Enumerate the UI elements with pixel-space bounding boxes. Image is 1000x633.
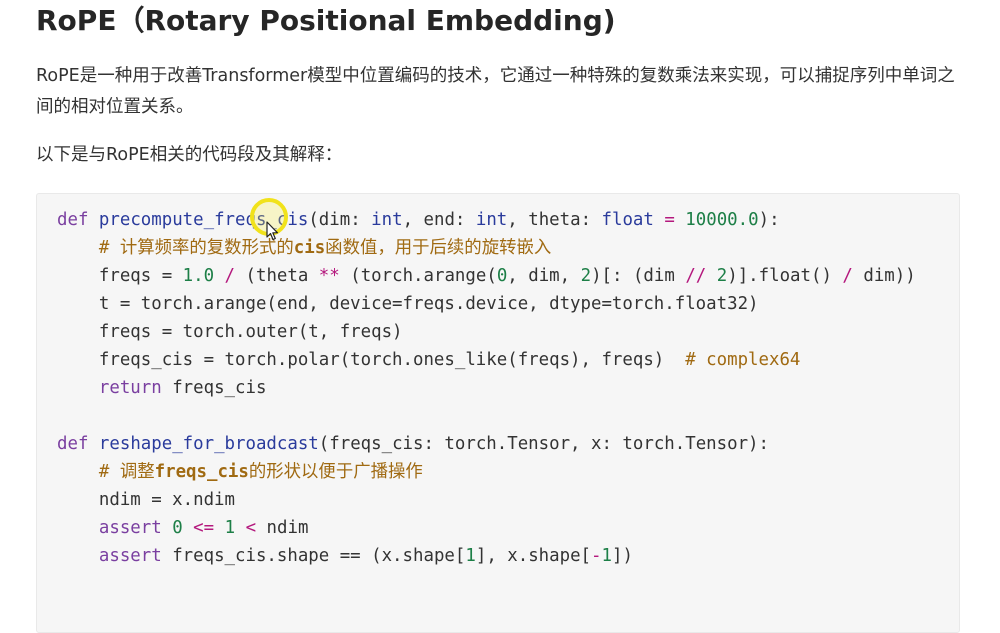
code-token: freqs = <box>98 266 183 286</box>
code-token: (theta <box>245 266 319 286</box>
comment-bold: freqs_cis <box>154 462 249 482</box>
code-line-6: freqs_cis = torch.polar(torch.ones_like(… <box>57 346 937 374</box>
operator-token: / <box>214 266 246 286</box>
number-token: 0 <box>496 266 508 286</box>
code-token: , end: <box>402 210 476 230</box>
code-line-11: assert 0 <= 1 < ndim <box>57 514 937 542</box>
code-line-12: assert freqs_cis.shape == (x.shape[1], x… <box>57 542 937 570</box>
code-token: , theta: <box>507 210 602 230</box>
code-token: ): <box>758 210 780 230</box>
keyword: return <box>98 378 162 398</box>
code-token: ], x.shape[ <box>475 546 592 566</box>
code-token: ndim <box>266 518 309 538</box>
code-line-3: freqs = 1.0 / (theta ** (torch.arange(0,… <box>57 262 937 290</box>
number-token: 2 <box>716 266 728 286</box>
keyword: def <box>57 434 89 454</box>
code-token: t = torch.arange(end, device=freqs.devic… <box>98 294 759 314</box>
comment-text: # 计算频率的复数形式的 <box>98 238 294 258</box>
number-token: 1 <box>465 546 476 566</box>
code-intro-paragraph: 以下是与RoPE相关的代码段及其解释： <box>36 145 343 165</box>
operator-token: // <box>685 266 707 286</box>
operator-token: = <box>653 210 686 230</box>
code-line-9: # 调整freqs_cis的形状以便于广播操作 <box>57 458 937 486</box>
code-text[interactable]: def precompute_freqs_cis(dim: int, end: … <box>57 206 937 570</box>
code-line-7: return freqs_cis <box>57 374 937 402</box>
operator-token: / <box>842 266 853 286</box>
keyword: def <box>57 210 89 230</box>
number-token: 1.0 <box>182 266 215 286</box>
number-token: 1 <box>601 546 612 566</box>
code-line-5: freqs = torch.outer(t, freqs) <box>57 318 937 346</box>
code-token: ndim = x.ndim <box>98 490 236 510</box>
comment-text: # 调整 <box>98 462 155 482</box>
code-token: freqs_cis = torch.polar(torch.ones_like(… <box>98 350 686 370</box>
number-token: 0 <box>172 518 183 538</box>
operator-token: <= <box>193 518 215 538</box>
operator-token: - <box>591 546 602 566</box>
comment-text: 函数值，用于后续的旋转嵌入 <box>325 238 552 258</box>
comment-text: 的形状以便于广播操作 <box>248 462 423 482</box>
code-token: )].float() <box>727 266 843 286</box>
page-title: RoPE（Rotary Positional Embedding) <box>36 4 616 37</box>
comment: # complex64 <box>685 350 801 370</box>
code-token: ]) <box>611 546 633 566</box>
type-token: int <box>475 210 508 230</box>
comment-bold: cis <box>293 238 326 258</box>
mouse-pointer-icon <box>266 221 279 241</box>
keyword: assert <box>98 518 162 538</box>
code-token: )[: (dim <box>591 266 686 286</box>
code-token: (freqs_cis: torch.Tensor, x: torch.Tenso… <box>318 434 769 454</box>
code-token: (torch.arange( <box>339 266 497 286</box>
operator-token: ** <box>318 266 340 286</box>
type-token: float <box>601 210 654 230</box>
code-line-4: t = torch.arange(end, device=freqs.devic… <box>57 290 937 318</box>
code-token: freqs_cis <box>161 378 267 398</box>
comment: # 计算频率的复数形式的cis函数值，用于后续的旋转嵌入 <box>99 238 551 258</box>
type-token: int <box>371 210 403 230</box>
operator-token: < <box>245 518 257 538</box>
comment: # 调整freqs_cis的形状以便于广播操作 <box>99 462 423 482</box>
code-token: freqs = torch.outer(t, freqs) <box>98 322 403 342</box>
number-token: 1 <box>224 518 236 538</box>
code-line-8: def reshape_for_broadcast(freqs_cis: tor… <box>57 430 937 458</box>
number-token: 10000.0 <box>685 210 759 230</box>
code-token: freqs_cis.shape == (x.shape[ <box>161 546 466 566</box>
code-line-10: ndim = x.ndim <box>57 486 937 514</box>
code-line-1: def precompute_freqs_cis(dim: int, end: … <box>57 206 937 234</box>
keyword: assert <box>98 546 162 566</box>
number-token: 2 <box>580 266 592 286</box>
code-token: (dim: <box>308 210 372 230</box>
code-line-2: # 计算频率的复数形式的cis函数值，用于后续的旋转嵌入 <box>57 234 937 262</box>
code-token: dim)) <box>852 266 916 286</box>
code-block[interactable]: def precompute_freqs_cis(dim: int, end: … <box>36 193 960 633</box>
intro-paragraph: RoPE是一种用于改善Transformer模型中位置编码的技术，它通过一种特殊… <box>36 66 955 117</box>
function-name: reshape_for_broadcast <box>98 434 319 454</box>
code-token: , dim, <box>507 266 581 286</box>
